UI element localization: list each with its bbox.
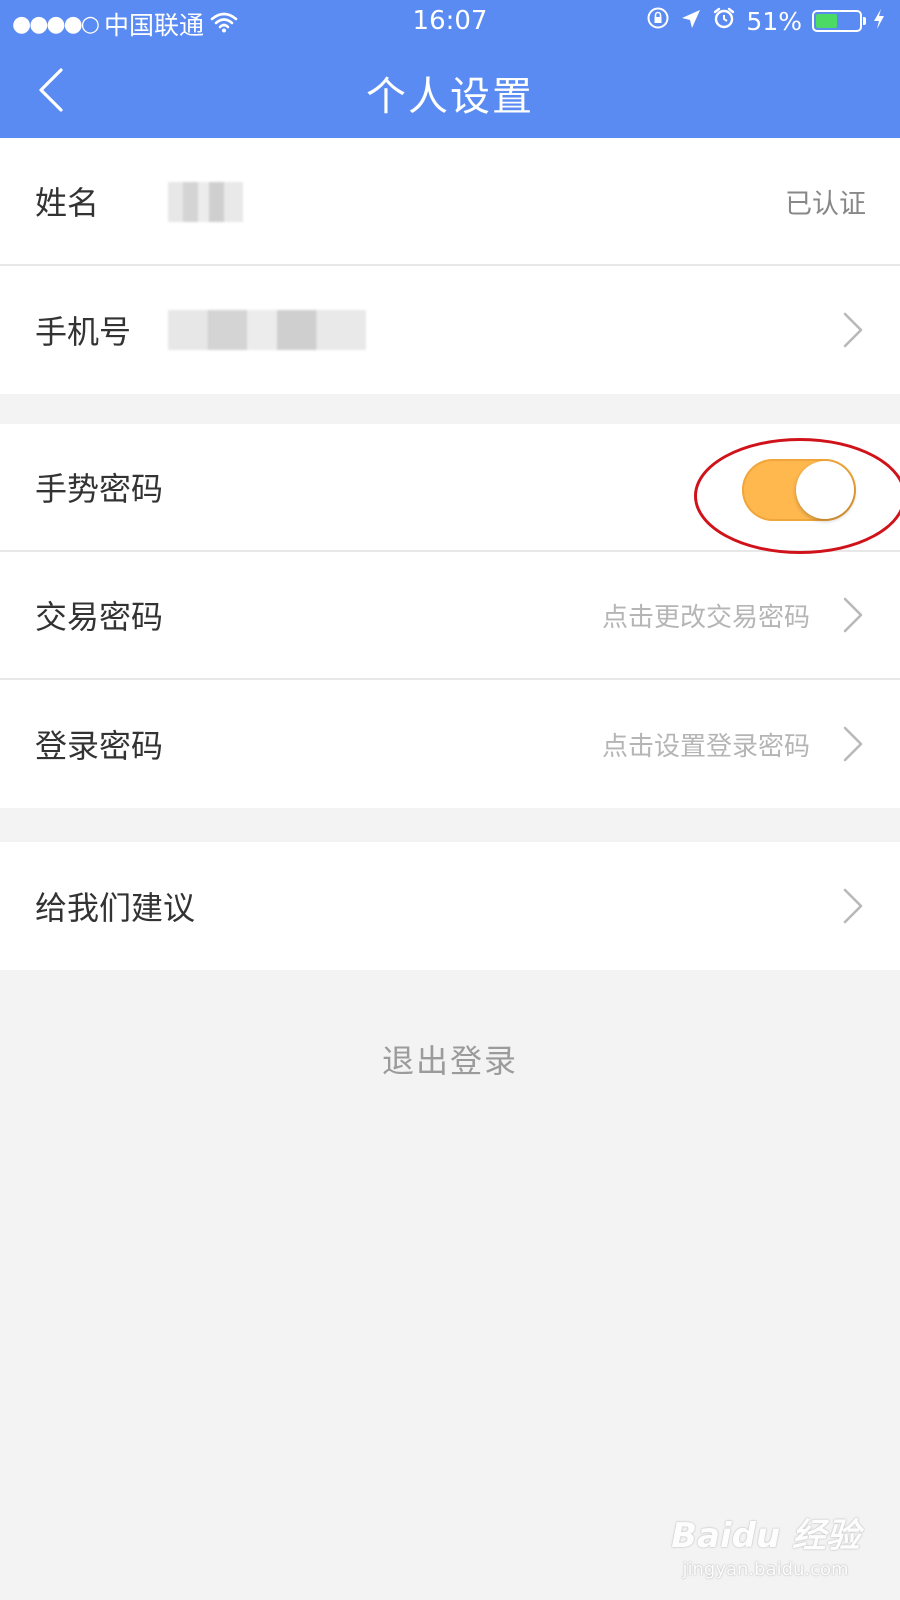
alarm-icon: [712, 6, 736, 36]
phone-label: 手机号: [35, 313, 132, 351]
row-login-password[interactable]: 登录密码 点击设置登录密码: [0, 680, 900, 808]
row-trade-password[interactable]: 交易密码 点击更改交易密码: [0, 552, 900, 680]
row-phone[interactable]: 手机号: [0, 266, 900, 394]
gesture-password-toggle[interactable]: [742, 459, 856, 521]
battery-percent: 51%: [746, 6, 802, 36]
charging-icon: [872, 7, 886, 36]
watermark: Baidu 经验 jingyan.baidu.com: [671, 1508, 860, 1580]
row-feedback[interactable]: 给我们建议: [0, 842, 900, 970]
page-title: 个人设置: [366, 74, 534, 120]
status-right: 51%: [646, 6, 886, 36]
nav-bar: 个人设置: [0, 44, 900, 138]
chevron-right-icon: [838, 595, 868, 635]
chevron-right-icon: [838, 886, 868, 926]
rotation-lock-icon: [646, 6, 670, 36]
name-label: 姓名: [35, 184, 100, 222]
login-password-label: 登录密码: [35, 727, 164, 765]
watermark-logo: Baidu 经验: [671, 1516, 860, 1556]
name-verified-status: 已认证: [785, 188, 866, 220]
feedback-group: 给我们建议: [0, 842, 900, 970]
trade-password-hint: 点击更改交易密码: [601, 602, 810, 633]
chevron-right-icon: [838, 310, 868, 350]
header: ●●●●○ 中国联通 16:07 51% 个人设置: [0, 0, 900, 138]
row-name: 姓名 已认证: [0, 138, 900, 266]
chevron-right-icon: [838, 724, 868, 764]
phone-value-blurred: [168, 310, 366, 350]
logout-button[interactable]: 退出登录: [0, 1036, 900, 1082]
security-group: 手势密码 交易密码 点击更改交易密码 登录密码 点击设置登录密码: [0, 424, 900, 808]
status-bar: ●●●●○ 中国联通 16:07 51%: [0, 0, 900, 44]
profile-group: 姓名 已认证 手机号: [0, 138, 900, 394]
row-gesture-password: 手势密码: [0, 424, 900, 552]
settings-page: ●●●●○ 中国联通 16:07 51% 个人设置 姓名 已认证 手机号 手势密…: [0, 0, 900, 1600]
location-icon: [680, 7, 702, 36]
watermark-url: jingyan.baidu.com: [682, 1559, 849, 1580]
toggle-knob: [796, 461, 854, 519]
gesture-password-label: 手势密码: [35, 470, 164, 508]
name-value-blurred: [168, 182, 243, 222]
trade-password-label: 交易密码: [35, 598, 164, 636]
login-password-hint: 点击设置登录密码: [601, 731, 810, 762]
battery-icon: [812, 10, 866, 32]
feedback-label: 给我们建议: [35, 889, 196, 927]
battery-level: [816, 14, 837, 28]
